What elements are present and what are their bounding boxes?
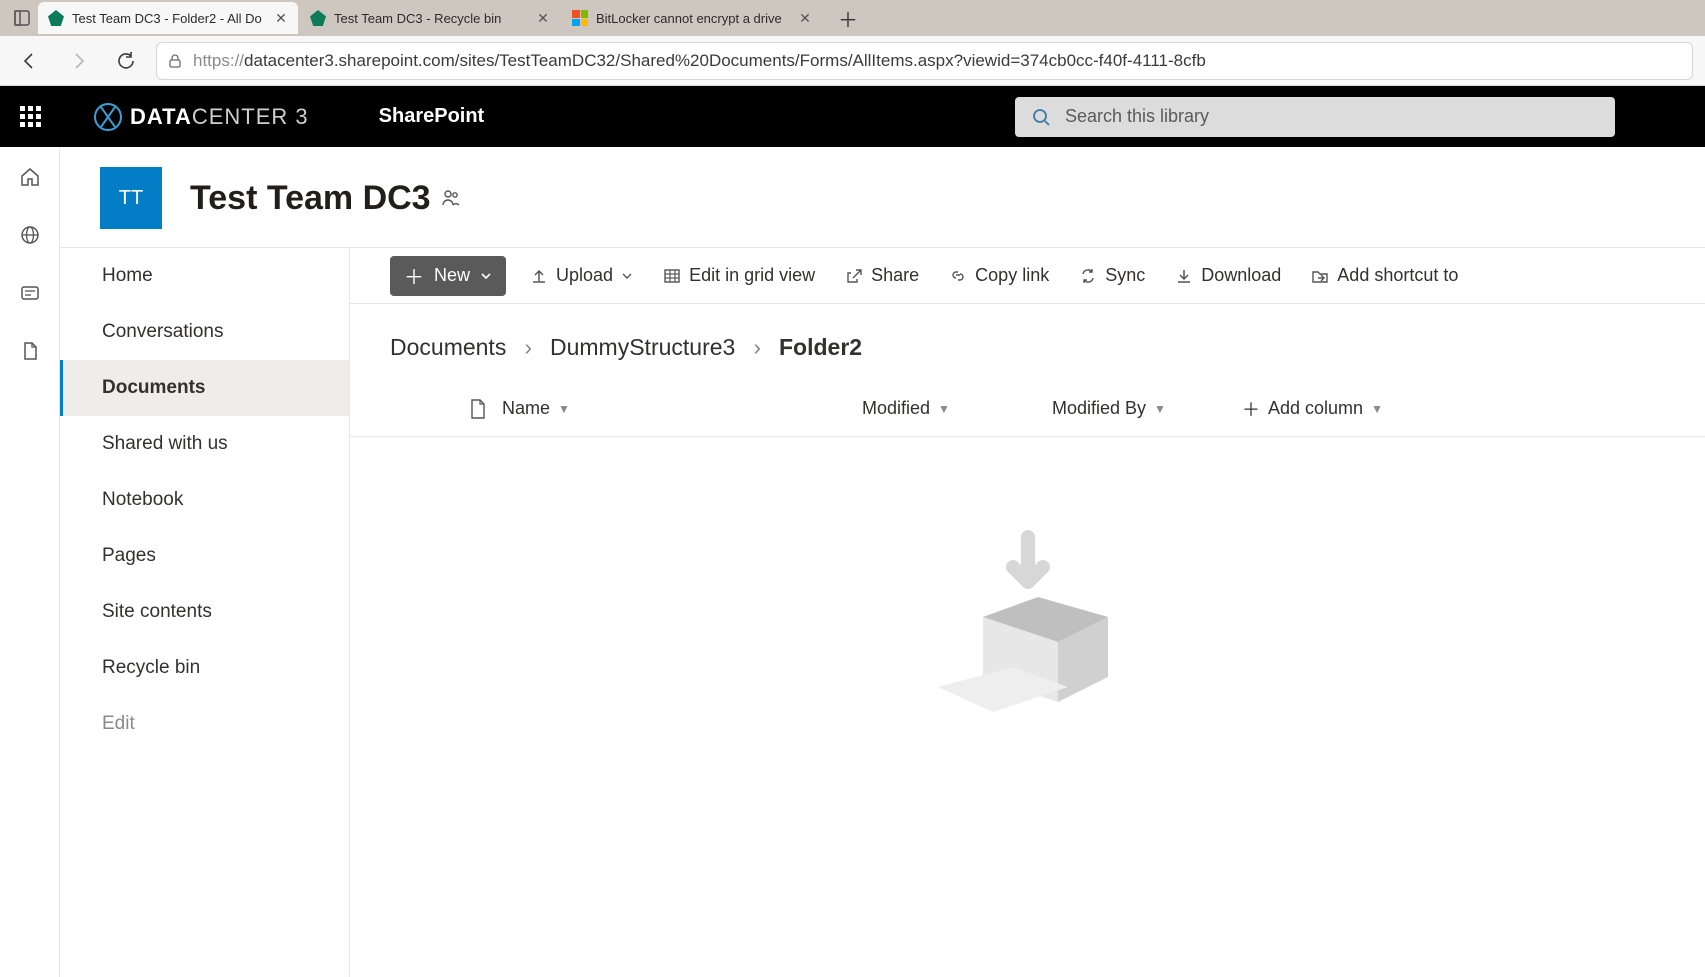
new-tab-button[interactable]: ＋ [830,3,866,33]
crumb-dummystructure3[interactable]: DummyStructure3 [550,334,735,361]
product-name[interactable]: SharePoint [379,105,485,128]
chevron-down-icon: ▼ [1371,402,1383,416]
download-button[interactable]: Download [1169,265,1287,286]
share-icon [845,267,863,285]
tenant-brand[interactable]: DATACENTER 3 [60,103,309,131]
close-tab-button[interactable]: ✕ [534,10,552,27]
sharepoint-icon [310,10,326,26]
crumb-current: Folder2 [779,334,862,361]
copy-link-button[interactable]: Copy link [943,265,1055,286]
site-avatar[interactable]: TT [100,167,162,229]
chevron-down-icon: ▼ [938,402,950,416]
back-button[interactable] [12,43,48,79]
nav-conversations[interactable]: Conversations [60,304,349,360]
rail-home-button[interactable] [14,161,46,193]
share-button[interactable]: Share [839,265,925,286]
command-bar: ＋ New Upload Edit in grid view [350,248,1705,304]
close-tab-button[interactable]: ✕ [796,10,814,27]
chevron-down-icon: ▼ [558,402,570,416]
modified-by-column[interactable]: Modified By ▼ [1052,398,1242,419]
tab-actions-button[interactable] [6,4,38,32]
sync-icon [1079,267,1097,285]
chevron-right-icon: › [524,334,532,361]
close-tab-button[interactable]: ✕ [272,10,290,27]
browser-tab-2[interactable]: Test Team DC3 - Recycle bin ✕ [300,2,560,34]
rail-global-button[interactable] [14,219,46,251]
rail-news-button[interactable] [14,277,46,309]
add-shortcut-button[interactable]: Add shortcut to [1305,265,1464,286]
forward-button[interactable] [60,43,96,79]
address-bar-row: https://datacenter3.sharepoint.com/sites… [0,36,1705,86]
address-bar[interactable]: https://datacenter3.sharepoint.com/sites… [156,42,1693,80]
modified-column[interactable]: Modified ▼ [862,398,1052,419]
url-text: https://datacenter3.sharepoint.com/sites… [193,51,1682,71]
upload-icon [530,267,548,285]
site-header: TT Test Team DC3 [60,147,1705,247]
name-column[interactable]: Name ▼ [502,398,862,419]
column-headers: Name ▼ Modified ▼ Modified By ▼ ＋ Add co… [350,381,1705,437]
upload-button[interactable]: Upload [524,265,639,286]
type-column[interactable] [454,398,502,420]
crumb-documents[interactable]: Documents [390,334,506,361]
plus-icon: ＋ [404,261,424,290]
nav-recycle-bin[interactable]: Recycle bin [60,640,349,696]
download-icon [1175,267,1193,285]
nav-documents[interactable]: Documents [60,360,349,416]
lock-icon [167,53,183,69]
chevron-down-icon: ▼ [1154,402,1166,416]
waffle-icon [20,106,41,127]
nav-site-contents[interactable]: Site contents [60,584,349,640]
search-box[interactable] [1015,97,1615,137]
refresh-button[interactable] [108,43,144,79]
left-nav: Home Conversations Documents Shared with… [60,248,350,977]
new-button[interactable]: ＋ New [390,256,506,296]
teams-icon[interactable] [439,187,461,209]
sync-button[interactable]: Sync [1073,265,1151,286]
file-icon [469,398,487,420]
tab-title: Test Team DC3 - Folder2 - All Do [72,11,264,26]
browser-tab-3[interactable]: BitLocker cannot encrypt a drive ✕ [562,2,822,34]
nav-edit[interactable]: Edit [60,696,349,752]
empty-folder-icon [918,527,1138,727]
microsoft-icon [572,10,588,26]
plus-icon: ＋ [1242,396,1260,422]
browser-tab-strip: Test Team DC3 - Folder2 - All Do ✕ Test … [0,0,1705,36]
empty-state [350,437,1705,977]
browser-tab-1[interactable]: Test Team DC3 - Folder2 - All Do ✕ [38,2,298,34]
chevron-right-icon: › [753,334,761,361]
tab-title: Test Team DC3 - Recycle bin [334,11,526,26]
site-title[interactable]: Test Team DC3 [190,179,431,218]
grid-icon [663,267,681,285]
chevron-down-icon [480,270,492,282]
nav-home[interactable]: Home [60,248,349,304]
nav-shared-with-us[interactable]: Shared with us [60,416,349,472]
add-column-button[interactable]: ＋ Add column ▼ [1242,396,1383,422]
tab-title: BitLocker cannot encrypt a drive [596,11,788,26]
sharepoint-icon [48,10,64,26]
brand-logo-icon [94,103,122,131]
app-rail [0,147,60,977]
rail-files-button[interactable] [14,335,46,367]
edit-grid-button[interactable]: Edit in grid view [657,265,821,286]
search-icon [1031,107,1051,127]
nav-pages[interactable]: Pages [60,528,349,584]
breadcrumb: Documents › DummyStructure3 › Folder2 [350,304,1705,381]
brand-text: DATACENTER 3 [130,104,309,130]
app-launcher-button[interactable] [0,86,60,147]
chevron-down-icon [621,270,633,282]
suite-header: DATACENTER 3 SharePoint [0,86,1705,147]
nav-notebook[interactable]: Notebook [60,472,349,528]
folder-shortcut-icon [1311,267,1329,285]
link-icon [949,267,967,285]
search-input[interactable] [1065,106,1599,127]
